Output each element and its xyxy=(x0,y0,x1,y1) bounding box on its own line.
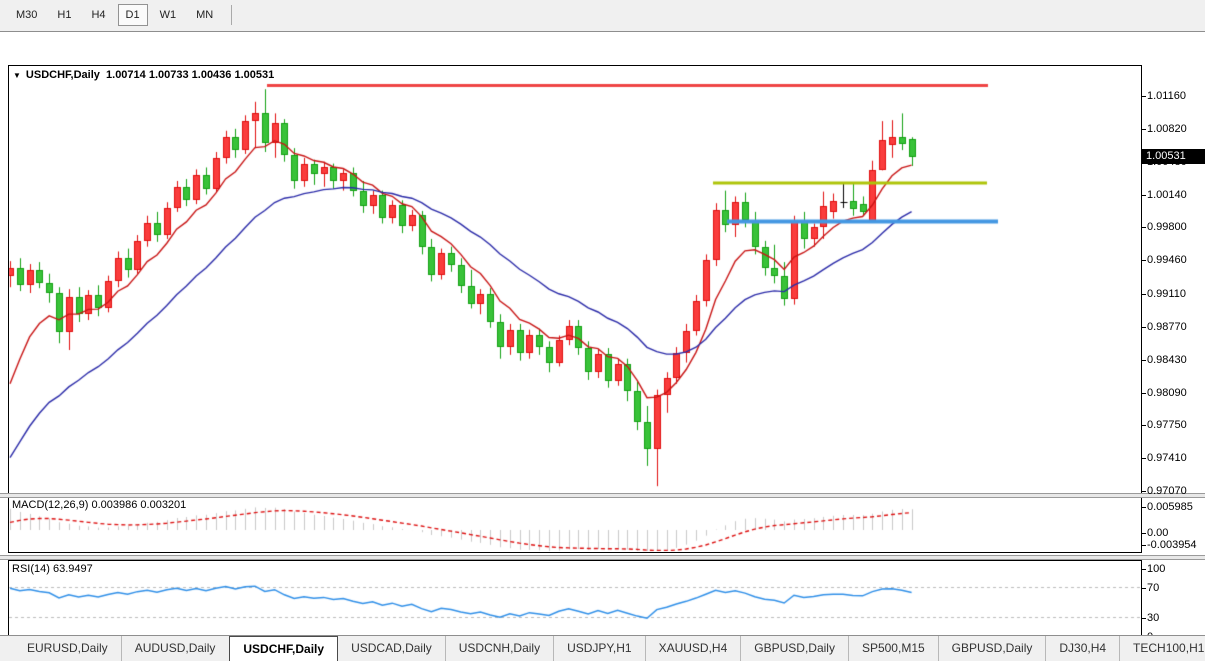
price-tick-label: 0.98770 xyxy=(1147,321,1187,333)
timeframe-button-w1[interactable]: W1 xyxy=(152,4,185,26)
tab-audusd-daily[interactable]: AUDUSD,Daily xyxy=(121,636,229,661)
tab-xauusd-h4[interactable]: XAUUSD,H4 xyxy=(645,636,741,661)
rsi-scale-label: 70 xyxy=(1147,582,1159,594)
price-tick-label: 0.97750 xyxy=(1147,419,1187,431)
timeframe-button-row: M30H1H4D1W1MN xyxy=(6,3,240,27)
rsi-scale-tick xyxy=(1142,588,1146,589)
rsi-splitter[interactable] xyxy=(0,555,1205,560)
price-tick-label: 0.97410 xyxy=(1147,452,1187,464)
price-chart-canvas[interactable] xyxy=(0,32,1205,661)
timeframe-button-m30[interactable]: M30 xyxy=(8,4,45,26)
price-tick xyxy=(1142,294,1146,295)
tab-usdchf-daily[interactable]: USDCHF,Daily xyxy=(229,636,338,661)
timeframe-toolbar: M30H1H4D1W1MN xyxy=(0,0,1205,30)
tab-dj30-h4[interactable]: DJ30,H4 xyxy=(1045,636,1119,661)
price-tick-label: 0.99110 xyxy=(1147,288,1186,300)
chart-tab-bar: EURUSD,DailyAUDUSD,DailyUSDCHF,DailyUSDC… xyxy=(0,635,1205,661)
chevron-down-icon: ▼ xyxy=(13,71,21,80)
price-tick-label: 1.01160 xyxy=(1147,90,1186,102)
chart-title: ▼ USDCHF,Daily 1.00714 1.00733 1.00436 1.… xyxy=(13,69,274,81)
timeframe-button-h1[interactable]: H1 xyxy=(49,4,79,26)
tab-usdcad-daily[interactable]: USDCAD,Daily xyxy=(338,636,445,661)
chart-tabs: EURUSD,DailyAUDUSD,DailyUSDCHF,DailyUSDC… xyxy=(14,636,1205,661)
macd-scale-tick xyxy=(1142,533,1146,534)
tab-sp500-m15[interactable]: SP500,M15 xyxy=(848,636,938,661)
rsi-scale-tick xyxy=(1142,569,1146,570)
price-tick xyxy=(1142,327,1146,328)
macd-scale-tick xyxy=(1142,545,1146,546)
tab-gbpusd-daily[interactable]: GBPUSD,Daily xyxy=(740,636,848,661)
price-tick-label: 0.97070 xyxy=(1147,485,1187,497)
price-tick xyxy=(1142,425,1146,426)
chart-symbol-label: USDCHF,Daily xyxy=(26,69,100,81)
chart-window: ▼ USDCHF,Daily 1.00714 1.00733 1.00436 1.… xyxy=(0,31,1205,635)
rsi-scale-tick xyxy=(1142,618,1146,619)
timeframe-button-h4[interactable]: H4 xyxy=(83,4,113,26)
price-tick xyxy=(1142,458,1146,459)
price-tick xyxy=(1142,96,1146,97)
price-tick-label: 1.00140 xyxy=(1147,189,1187,201)
timeframe-button-d1[interactable]: D1 xyxy=(118,4,148,26)
tab-usdcnh-daily[interactable]: USDCNH,Daily xyxy=(445,636,553,661)
tab-eurusd-daily[interactable]: EURUSD,Daily xyxy=(14,636,121,661)
price-tick-label: 0.99800 xyxy=(1147,221,1187,233)
tab-gbpusd-daily[interactable]: GBPUSD,Daily xyxy=(938,636,1046,661)
toolbar-separator xyxy=(231,5,232,25)
macd-splitter[interactable] xyxy=(0,493,1205,498)
macd-indicator-label: MACD(12,26,9) 0.003986 0.003201 xyxy=(12,499,186,511)
timeframe-button-mn[interactable]: MN xyxy=(188,4,221,26)
chart-ohlc-values: 1.00714 1.00733 1.00436 1.00531 xyxy=(106,69,274,81)
rsi-indicator-label: RSI(14) 63.9497 xyxy=(12,563,93,575)
price-tick xyxy=(1142,129,1146,130)
price-tick-label: 0.98430 xyxy=(1147,354,1187,366)
tab-usdjpy-h1[interactable]: USDJPY,H1 xyxy=(553,636,644,661)
tab-tech100-h1[interactable]: TECH100,H1 xyxy=(1119,636,1205,661)
price-tick-label: 0.98090 xyxy=(1147,387,1187,399)
macd-scale-label: -0.003954 xyxy=(1147,539,1197,551)
price-tick xyxy=(1142,260,1146,261)
price-tick xyxy=(1142,195,1146,196)
mt4-window: M30H1H4D1W1MN ▼ USDCHF,Daily 1.00714 1.00… xyxy=(0,0,1205,661)
price-tick xyxy=(1142,393,1146,394)
price-tick-label: 1.00820 xyxy=(1147,123,1187,135)
rsi-scale-label: 100 xyxy=(1147,563,1165,575)
rsi-scale-label: 30 xyxy=(1147,612,1159,624)
price-tick-label: 0.99460 xyxy=(1147,254,1187,266)
macd-scale-label: 0.005985 xyxy=(1147,501,1193,513)
price-tick xyxy=(1142,227,1146,228)
price-tick xyxy=(1142,360,1146,361)
macd-scale-label: 0.00 xyxy=(1147,527,1168,539)
macd-scale-tick xyxy=(1142,507,1146,508)
price-tick xyxy=(1142,491,1146,492)
current-price-badge: 1.00531 xyxy=(1141,149,1205,164)
